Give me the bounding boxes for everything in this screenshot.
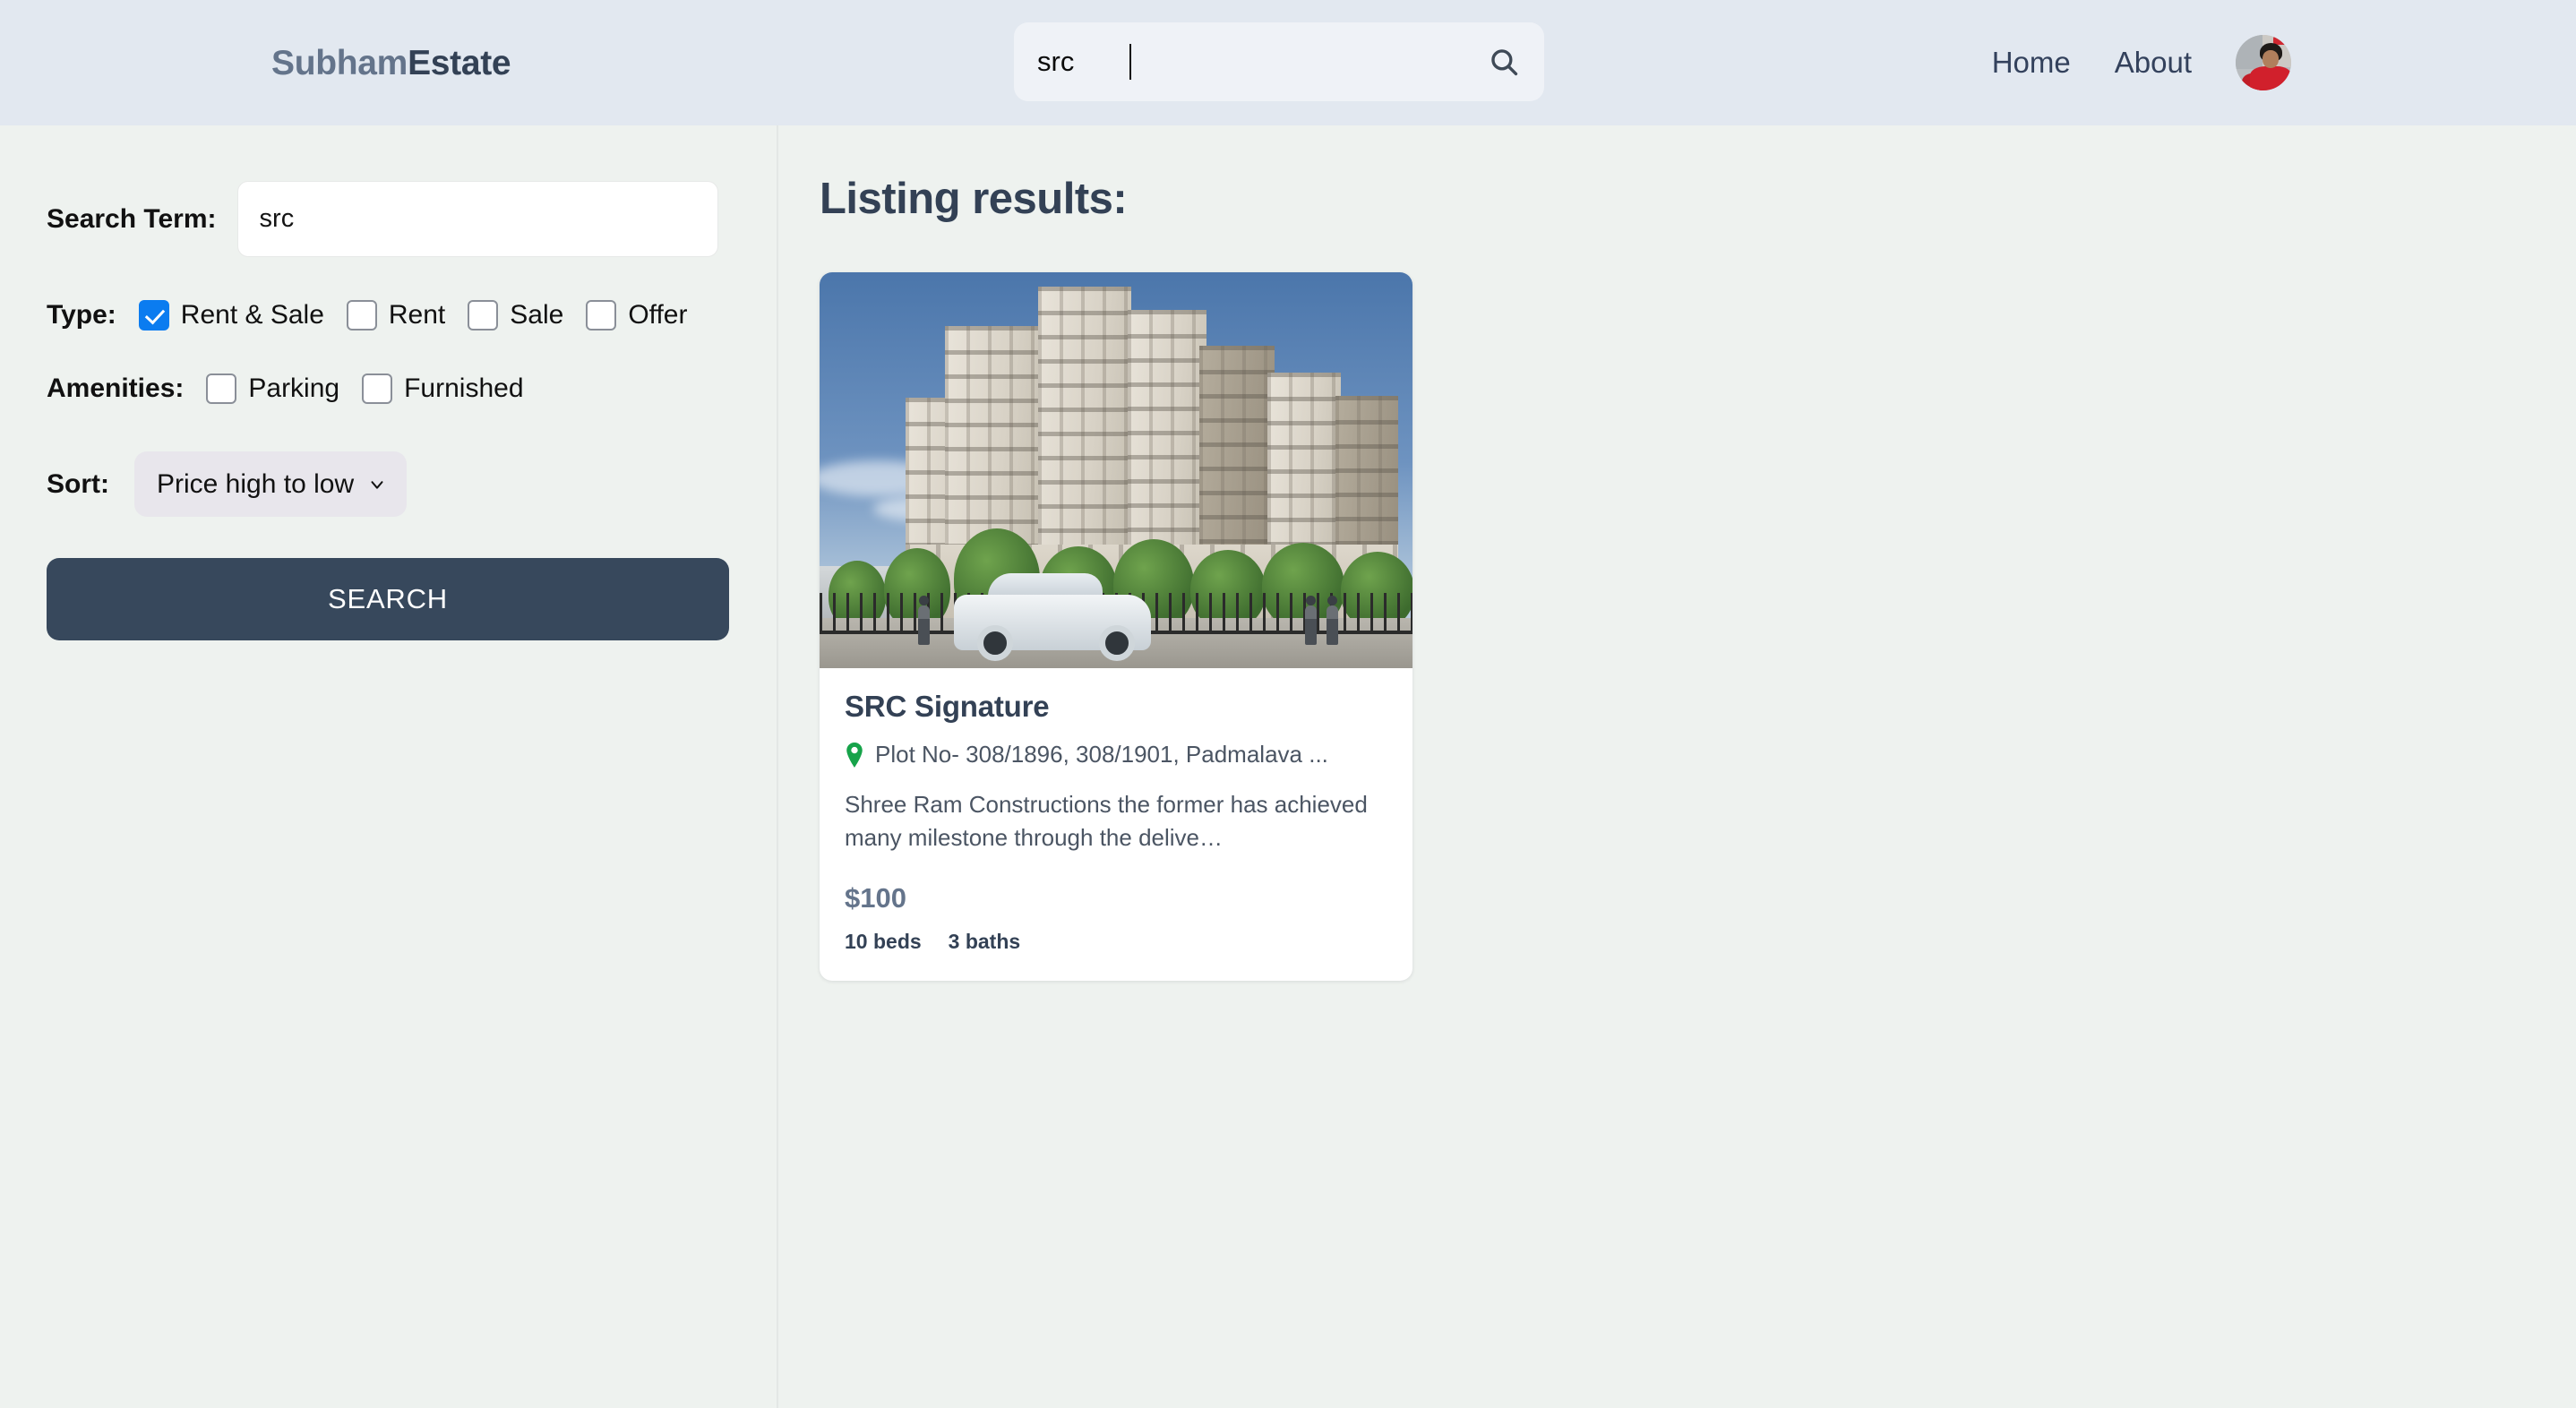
sort-label: Sort: xyxy=(47,468,109,499)
checkbox-box-sale[interactable] xyxy=(468,300,499,331)
header-nav: Home About xyxy=(1992,0,2291,125)
checkbox-box-parking[interactable] xyxy=(206,373,237,404)
results-panel: Listing results: SRC Signature Plot No- … xyxy=(778,125,2576,1408)
checkbox-box-rent-and-sale[interactable] xyxy=(138,300,169,331)
checkbox-furnished[interactable]: Furnished xyxy=(362,373,524,404)
brand-logo-second: Estate xyxy=(408,43,511,82)
listing-address-text: Plot No- 308/1896, 308/1901, Padmalava .… xyxy=(875,741,1328,768)
checkbox-label-rent-and-sale: Rent & Sale xyxy=(180,300,324,330)
checkbox-label-sale: Sale xyxy=(510,300,564,330)
checkbox-label-furnished: Furnished xyxy=(404,373,524,403)
header-search-button[interactable] xyxy=(1489,47,1519,77)
avatar-face xyxy=(2262,50,2280,69)
map-pin-icon xyxy=(845,742,864,768)
person-figure xyxy=(918,596,930,645)
filter-sidebar: Search Term: Type: Rent & Sale Rent xyxy=(0,125,778,1408)
checkbox-label-offer: Offer xyxy=(628,300,688,330)
person-figure xyxy=(1327,596,1338,645)
type-row: Type: Rent & Sale Rent Sale Offer xyxy=(47,300,777,331)
listing-card-grid: SRC Signature Plot No- 308/1896, 308/190… xyxy=(800,272,2576,981)
filter-form: Search Term: Type: Rent & Sale Rent xyxy=(47,181,777,640)
checkbox-box-rent[interactable] xyxy=(346,300,377,331)
listing-title: SRC Signature xyxy=(845,690,1050,723)
amenities-row: Amenities: Parking Furnished xyxy=(47,373,777,404)
listing-price: $100 xyxy=(845,881,906,914)
amenities-label: Amenities: xyxy=(47,373,185,403)
sort-select[interactable]: Price high to low Price low to high Late… xyxy=(134,451,407,517)
nav-link-home[interactable]: Home xyxy=(1992,46,2071,80)
car-wheel xyxy=(977,625,1013,661)
checkbox-parking[interactable]: Parking xyxy=(206,373,339,404)
search-term-input[interactable] xyxy=(236,181,718,257)
listing-description: Shree Ram Constructions the former has a… xyxy=(845,791,1368,852)
listing-baths: 3 baths xyxy=(948,929,1021,953)
checkbox-label-parking: Parking xyxy=(248,373,340,403)
avatar[interactable] xyxy=(2236,35,2291,90)
person-figure xyxy=(1305,596,1317,645)
amenities-checkbox-group: Parking Furnished xyxy=(184,373,524,404)
text-cursor xyxy=(1129,44,1131,80)
checkbox-label-rent: Rent xyxy=(388,300,446,330)
avatar-shirt xyxy=(2250,65,2291,90)
avatar-bg-left xyxy=(2236,35,2263,70)
type-checkbox-group: Rent & Sale Rent Sale Offer xyxy=(116,300,687,331)
page-content: Search Term: Type: Rent & Sale Rent xyxy=(0,125,2576,1408)
brand-logo-first: Subham xyxy=(271,43,408,82)
results-title: Listing results: xyxy=(820,175,1128,223)
car-wheel xyxy=(1099,625,1135,661)
checkbox-sale[interactable]: Sale xyxy=(468,300,563,331)
listing-body: SRC Signature Plot No- 308/1896, 308/190… xyxy=(820,668,1413,981)
search-icon xyxy=(1491,49,1518,76)
checkbox-offer[interactable]: Offer xyxy=(586,300,687,331)
search-term-label: Search Term: xyxy=(47,203,217,234)
sort-select-holder[interactable]: Price high to low Price low to high Late… xyxy=(109,451,407,517)
listing-beds: 10 beds xyxy=(845,929,922,953)
checkbox-box-offer[interactable] xyxy=(586,300,617,331)
search-term-row: Search Term: xyxy=(47,181,777,257)
nav-link-about[interactable]: About xyxy=(2115,46,2192,80)
listing-image xyxy=(820,272,1413,668)
header-search-input[interactable] xyxy=(1037,22,1478,101)
checkbox-rent-and-sale[interactable]: Rent & Sale xyxy=(138,300,324,331)
checkbox-rent[interactable]: Rent xyxy=(346,300,446,331)
header-search-form[interactable] xyxy=(1014,22,1544,101)
brand-logo[interactable]: SubhamEstate xyxy=(271,46,511,81)
sort-row: Sort: Price high to low Price low to hig… xyxy=(47,451,777,517)
listing-card[interactable]: SRC Signature Plot No- 308/1896, 308/190… xyxy=(820,272,1413,981)
app-header: SubhamEstate Home About xyxy=(0,0,2576,125)
listing-address: Plot No- 308/1896, 308/1901, Padmalava .… xyxy=(845,741,1387,768)
search-submit-button[interactable]: SEARCH xyxy=(47,558,729,640)
checkbox-box-furnished[interactable] xyxy=(362,373,393,404)
listing-meta: 10 beds 3 baths xyxy=(845,930,1387,954)
type-label: Type: xyxy=(47,300,116,330)
